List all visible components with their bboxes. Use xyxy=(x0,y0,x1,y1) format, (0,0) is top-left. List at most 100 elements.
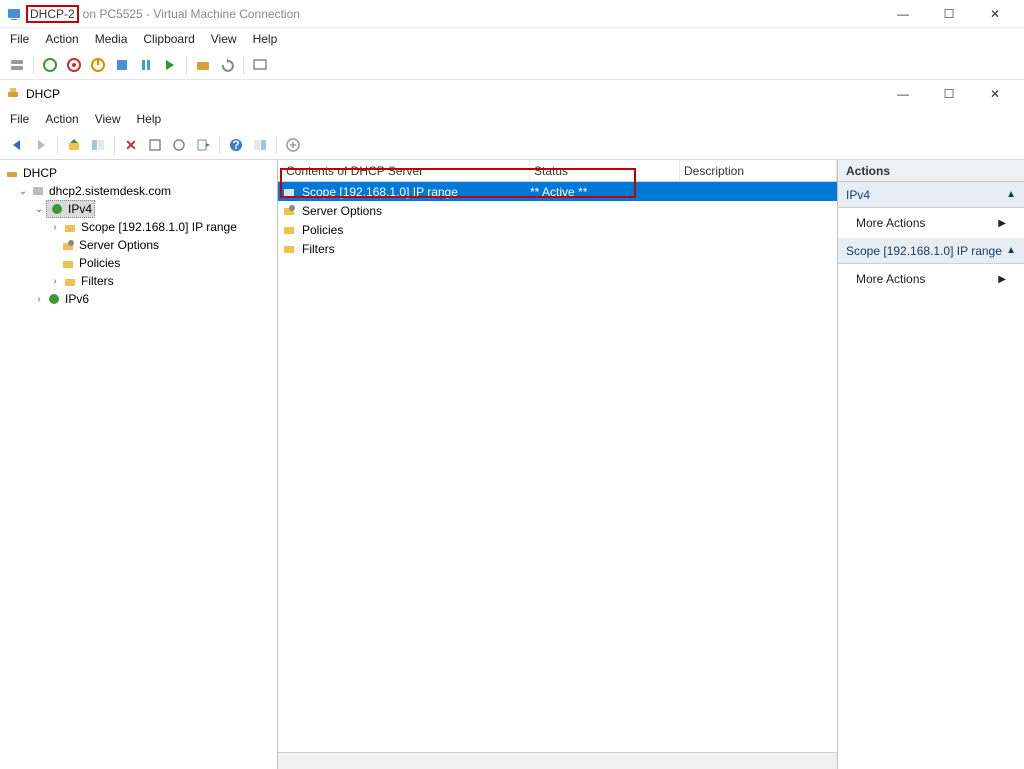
server-options-icon xyxy=(282,203,298,219)
dhcp-menu-help[interactable]: Help xyxy=(137,112,162,126)
actions-more-label: More Actions xyxy=(856,272,925,286)
row-status: ** Active ** xyxy=(530,185,680,199)
tree-policies[interactable]: Policies xyxy=(2,254,275,272)
dhcp-menu-file[interactable]: File xyxy=(10,112,29,126)
vm-menu-action[interactable]: Action xyxy=(45,32,78,46)
dhcp-menu-view[interactable]: View xyxy=(95,112,121,126)
ipv6-icon xyxy=(46,291,62,307)
maximize-button[interactable]: ☐ xyxy=(926,0,972,28)
actions-section-scope[interactable]: Scope [192.168.1.0] IP range ▲ xyxy=(838,238,1024,264)
list-row-policies[interactable]: Policies xyxy=(278,220,837,239)
vm-menubar: File Action Media Clipboard View Help xyxy=(0,28,1024,50)
tree-scope[interactable]: › Scope [192.168.1.0] IP range xyxy=(2,218,275,236)
tree-root-label: DHCP xyxy=(23,166,57,180)
show-hide-tree-button[interactable] xyxy=(87,134,109,156)
vm-menu-view[interactable]: View xyxy=(211,32,237,46)
close-button[interactable]: ✕ xyxy=(972,0,1018,28)
actions-header: Actions xyxy=(838,160,1024,182)
ctrl-alt-del-button[interactable] xyxy=(6,54,28,76)
list-row-scope[interactable]: Scope [192.168.1.0] IP range ** Active *… xyxy=(278,182,837,201)
minimize-button[interactable]: — xyxy=(880,0,926,28)
tree-ipv6[interactable]: › IPv6 xyxy=(2,290,275,308)
dhcp-root-icon xyxy=(4,165,20,181)
dhcp-toolbar: ✕ ? xyxy=(0,130,1024,160)
horizontal-scrollbar[interactable] xyxy=(278,752,837,769)
properties-button[interactable] xyxy=(168,134,190,156)
tree-server-options[interactable]: Server Options xyxy=(2,236,275,254)
vm-menu-help[interactable]: Help xyxy=(253,32,278,46)
tree-server-label: dhcp2.sistemdesk.com xyxy=(49,184,171,198)
delete-button[interactable]: ✕ xyxy=(120,134,142,156)
tree-root[interactable]: DHCP xyxy=(2,164,275,182)
back-button[interactable] xyxy=(6,134,28,156)
row-name: Filters xyxy=(302,242,335,256)
vm-menu-media[interactable]: Media xyxy=(95,32,128,46)
dhcp-menubar: File Action View Help xyxy=(0,108,1024,130)
vm-menu-file[interactable]: File xyxy=(10,32,29,46)
tree-filters[interactable]: › Filters xyxy=(2,272,275,290)
chevron-right-icon: ▶ xyxy=(998,274,1006,285)
tree-ipv4[interactable]: ⌄ IPv4 xyxy=(2,200,275,218)
server-options-icon xyxy=(60,237,76,253)
expander-icon[interactable]: › xyxy=(48,276,62,287)
tree-server[interactable]: ⌄ dhcp2.sistemdesk.com xyxy=(2,182,275,200)
tree-pane[interactable]: DHCP ⌄ dhcp2.sistemdesk.com ⌄ IPv4 › Sco… xyxy=(0,160,278,769)
list-row-filters[interactable]: Filters xyxy=(278,239,837,258)
reset-button[interactable] xyxy=(159,54,181,76)
inner-minimize-button[interactable]: — xyxy=(880,80,926,108)
vm-icon xyxy=(6,6,22,22)
expander-icon[interactable]: › xyxy=(32,294,46,305)
up-button[interactable] xyxy=(63,134,85,156)
actions-pane: Actions IPv4 ▲ More Actions ▶ Scope [192… xyxy=(838,160,1024,769)
enhanced-session-button[interactable] xyxy=(249,54,271,76)
dhcp-menu-action[interactable]: Action xyxy=(45,112,78,126)
tree-filters-label: Filters xyxy=(81,274,114,288)
col-description[interactable]: Description xyxy=(680,160,837,181)
row-name: Policies xyxy=(302,223,343,237)
vm-toolbar xyxy=(0,50,1024,80)
inner-maximize-button[interactable]: ☐ xyxy=(926,80,972,108)
separator xyxy=(33,56,34,74)
shutdown-button[interactable] xyxy=(87,54,109,76)
dhcp-titlebar: DHCP — ☐ ✕ xyxy=(0,80,1024,108)
list-row-server-options[interactable]: Server Options xyxy=(278,201,837,220)
row-name: Server Options xyxy=(302,204,382,218)
col-contents[interactable]: Contents of DHCP Server xyxy=(282,160,530,181)
separator xyxy=(219,136,220,154)
checkpoint-button[interactable] xyxy=(192,54,214,76)
start-button[interactable] xyxy=(39,54,61,76)
separator xyxy=(186,56,187,74)
revert-button[interactable] xyxy=(216,54,238,76)
content-pane: Contents of DHCP Server Status Descripti… xyxy=(278,160,838,769)
actions-more-scope[interactable]: More Actions ▶ xyxy=(838,264,1024,294)
chevron-right-icon: ▶ xyxy=(998,218,1006,229)
col-status[interactable]: Status xyxy=(530,160,680,181)
expander-icon[interactable]: ⌄ xyxy=(16,186,30,197)
list-body[interactable]: Scope [192.168.1.0] IP range ** Active *… xyxy=(278,182,837,752)
policies-icon xyxy=(60,255,76,271)
save-button[interactable] xyxy=(111,54,133,76)
expander-icon[interactable]: › xyxy=(48,222,62,233)
tree-server-options-label: Server Options xyxy=(79,238,159,252)
actions-more-label: More Actions xyxy=(856,216,925,230)
list-header: Contents of DHCP Server Status Descripti… xyxy=(278,160,837,182)
inner-close-button[interactable]: ✕ xyxy=(972,80,1018,108)
forward-button[interactable] xyxy=(30,134,52,156)
actions-more-ipv4[interactable]: More Actions ▶ xyxy=(838,208,1024,238)
policies-icon xyxy=(282,222,298,238)
actions-section-ipv4[interactable]: IPv4 ▲ xyxy=(838,182,1024,208)
actions-section-label: IPv4 xyxy=(846,188,870,202)
actions-section-label: Scope [192.168.1.0] IP range xyxy=(846,244,1002,258)
refresh-button[interactable] xyxy=(144,134,166,156)
expander-icon[interactable]: ⌄ xyxy=(32,204,46,215)
pause-button[interactable] xyxy=(135,54,157,76)
new-scope-button[interactable] xyxy=(282,134,304,156)
export-button[interactable] xyxy=(192,134,214,156)
turnoff-button[interactable] xyxy=(63,54,85,76)
vm-menu-clipboard[interactable]: Clipboard xyxy=(143,32,194,46)
help-button[interactable]: ? xyxy=(225,134,247,156)
scope-icon xyxy=(62,219,78,235)
vm-subtitle: on PC5525 - Virtual Machine Connection xyxy=(83,7,300,21)
show-hide-actions-button[interactable] xyxy=(249,134,271,156)
vm-titlebar: DHCP-2 on PC5525 - Virtual Machine Conne… xyxy=(0,0,1024,28)
